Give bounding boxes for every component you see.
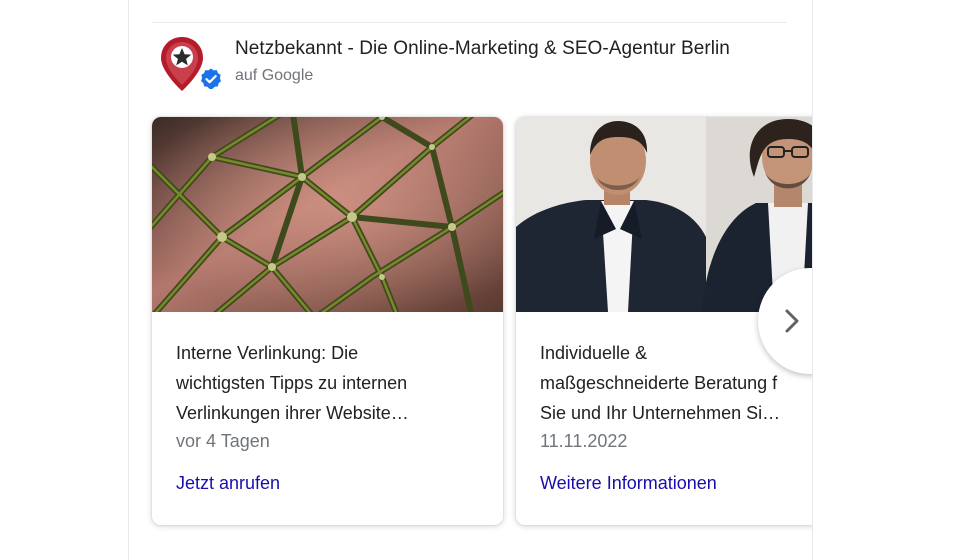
call-now-link[interactable]: Jetzt anrufen (176, 473, 280, 494)
business-name[interactable]: Netzbekannt - Die Online-Marketing & SEO… (235, 38, 730, 60)
chevron-right-icon (785, 309, 799, 333)
divider (152, 22, 787, 23)
post-image-team-photo (516, 117, 812, 312)
business-source: auf Google (235, 67, 314, 84)
business-posts-panel: Netzbekannt - Die Online-Marketing & SEO… (128, 0, 813, 560)
post-date: vor 4 Tagen (176, 431, 270, 451)
post-card[interactable]: Interne Verlinkung: Die wichtigsten Tipp… (152, 117, 503, 525)
more-info-link[interactable]: Weitere Informationen (540, 473, 717, 494)
post-title[interactable]: Interne Verlinkung: Die wichtigsten Tipp… (176, 338, 476, 428)
post-date: 11.11.2022 (540, 431, 628, 451)
verified-check-icon (199, 67, 223, 91)
post-image-network (152, 117, 503, 312)
